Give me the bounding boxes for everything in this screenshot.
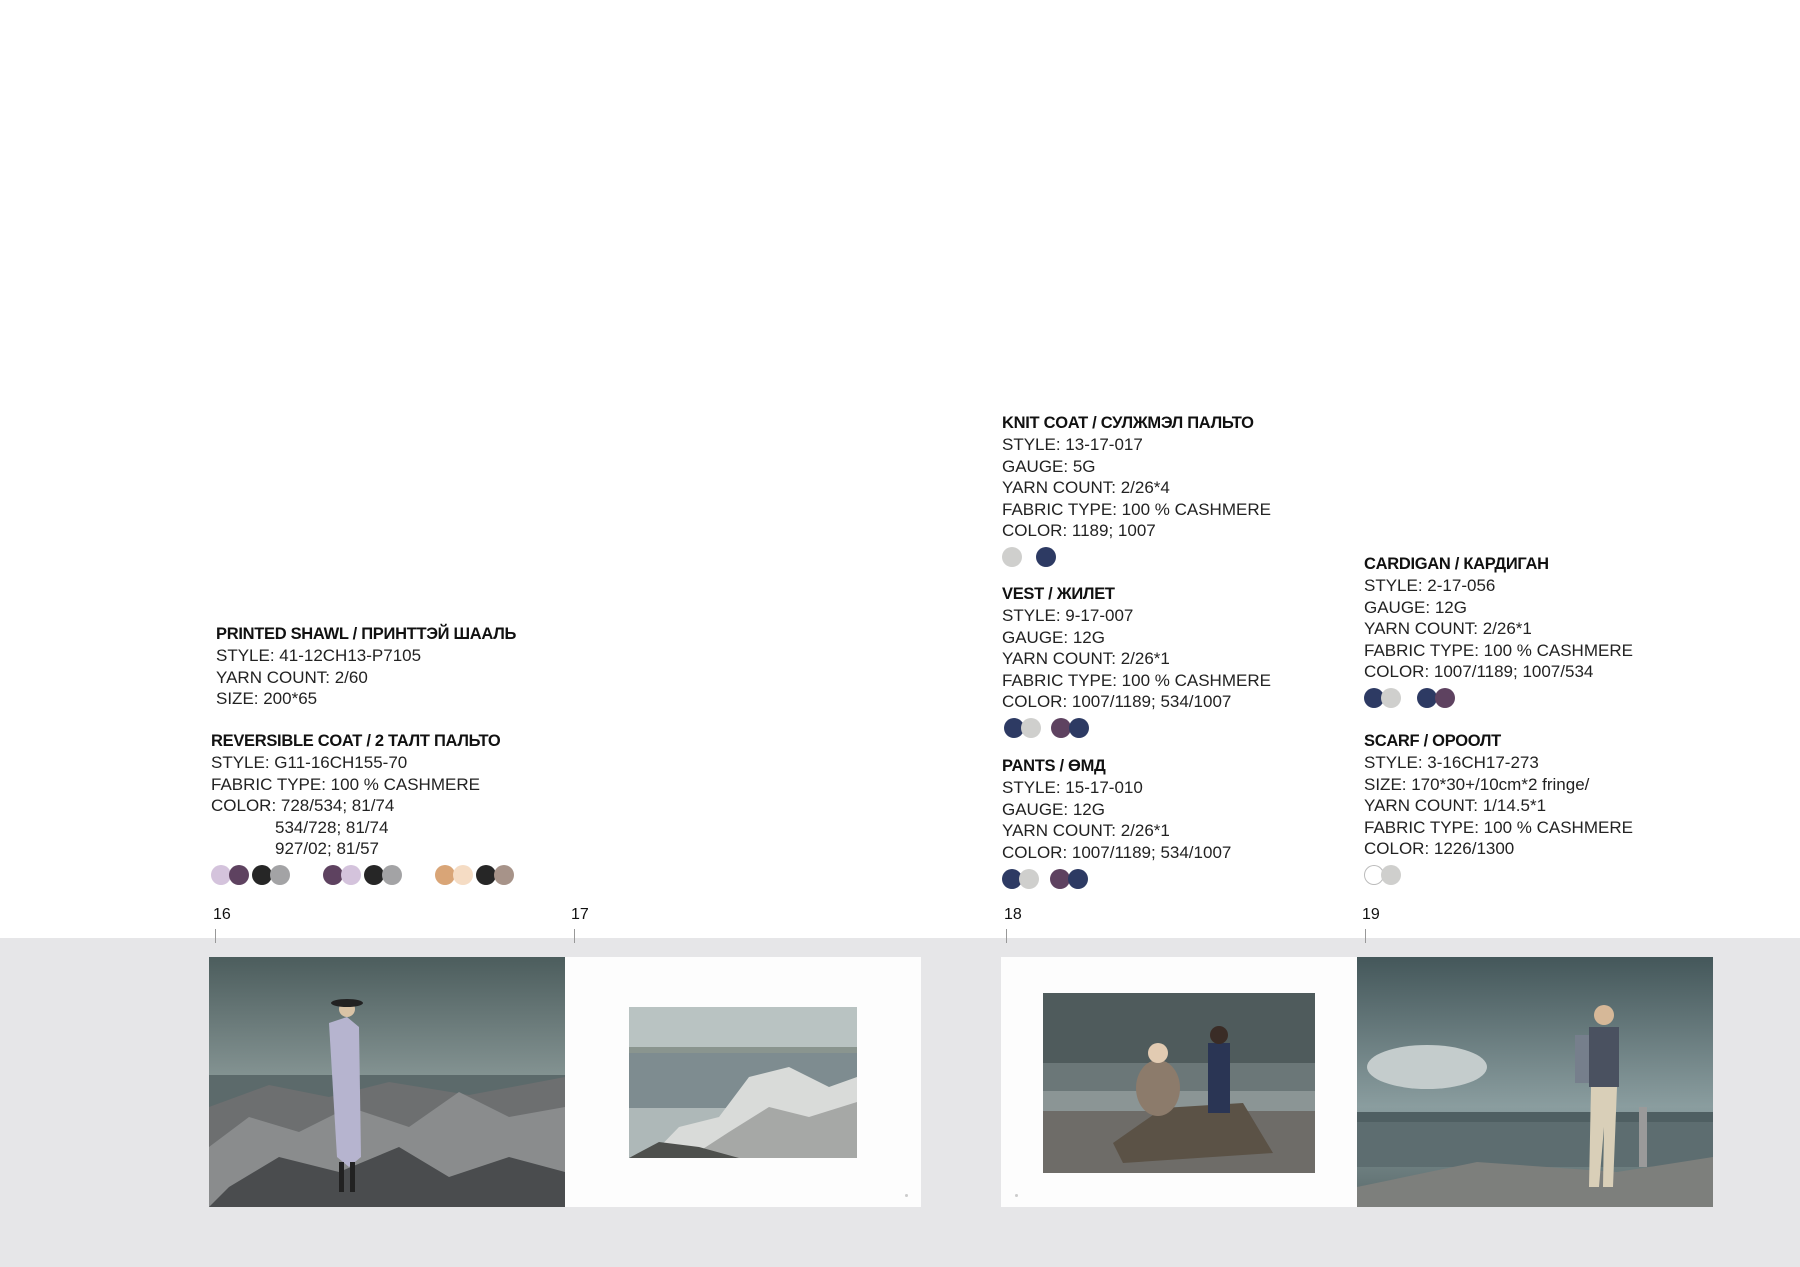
cardigan-spec: CARDIGAN / КАРДИГАН STYLE: 2-17-056 GAUG… <box>1364 554 1633 710</box>
reversible-coat-spec: REVERSIBLE COAT / 2 ТАЛТ ПАЛЬТО STYLE: G… <box>211 731 514 887</box>
spec-line: SIZE: 200*65 <box>216 689 318 709</box>
product-title: PANTS / ӨМД <box>1002 757 1106 775</box>
spec-line: 927/02; 81/57 <box>275 839 379 859</box>
spec-line: STYLE: 15-17-010 <box>1002 778 1143 798</box>
spec-line: YARN COUNT: 1/14.5*1 <box>1364 796 1547 816</box>
spec-line: COLOR: 1007/1189; 534/1007 <box>1002 842 1232 862</box>
color-swatches <box>1364 865 1633 887</box>
color-swatches <box>1364 688 1633 710</box>
product-title: KNIT COAT / СУЛЖМЭЛ ПАЛЬТО <box>1002 414 1254 432</box>
color-swatch <box>252 865 272 886</box>
scarf-spec: SCARF / ОРООЛТ STYLE: 3-16CH17-273 SIZE:… <box>1364 731 1633 887</box>
spec-line: GAUGE: 12G <box>1002 627 1105 647</box>
color-swatch <box>382 865 402 886</box>
page-number: 16 <box>213 906 231 923</box>
spec-line: YARN COUNT: 2/26*1 <box>1002 821 1170 841</box>
photo-illustration <box>629 1007 857 1158</box>
color-swatch <box>364 865 384 886</box>
page-17 <box>565 957 921 1207</box>
photo-illustration <box>209 957 565 1207</box>
product-title: PRINTED SHAWL / ПРИНТТЭЙ ШААЛЬ <box>216 625 517 643</box>
spec-line: YARN COUNT: 2/60 <box>216 667 368 687</box>
color-swatch <box>435 865 455 886</box>
color-swatches <box>1002 718 1271 740</box>
page-mark <box>1015 1194 1018 1197</box>
product-title: SCARF / ОРООЛТ <box>1364 732 1501 750</box>
color-swatch <box>229 865 249 886</box>
color-swatches <box>1002 547 1271 569</box>
spec-line: GAUGE: 12G <box>1002 799 1105 819</box>
photo-man-beach <box>1357 957 1713 1207</box>
color-swatch <box>1068 869 1088 890</box>
spec-line: FABRIC TYPE: 100 % CASHMERE <box>1364 640 1633 660</box>
page-tick <box>1006 929 1007 943</box>
color-swatch <box>341 865 361 886</box>
color-swatch <box>1435 688 1455 709</box>
product-title: REVERSIBLE COAT / 2 ТАЛТ ПАЛЬТО <box>211 732 501 750</box>
color-swatch <box>1381 688 1401 709</box>
spec-line: STYLE: 41-12CH13-P7105 <box>216 646 422 666</box>
spec-line: STYLE: 9-17-007 <box>1002 606 1134 626</box>
color-swatch <box>1051 718 1071 739</box>
spec-line: FABRIC TYPE: 100 % CASHMERE <box>211 774 480 794</box>
spec-line: FABRIC TYPE: 100 % CASHMERE <box>1364 817 1633 837</box>
spec-line: GAUGE: 5G <box>1002 456 1096 476</box>
spec-line: COLOR: 1007/1189; 1007/534 <box>1364 662 1594 682</box>
page-18 <box>1001 957 1357 1207</box>
color-swatch <box>1021 718 1041 739</box>
product-title: CARDIGAN / КАРДИГАН <box>1364 555 1549 573</box>
spec-line: COLOR: 1226/1300 <box>1364 839 1515 859</box>
spec-line: YARN COUNT: 2/26*1 <box>1002 649 1170 669</box>
pants-spec: PANTS / ӨМД STYLE: 15-17-010 GAUGE: 12G … <box>1002 756 1231 891</box>
spec-line: COLOR: 1007/1189; 534/1007 <box>1002 692 1232 712</box>
spec-line: SIZE: 170*30+/10cm*2 fringe/ <box>1364 774 1590 794</box>
spec-line: FABRIC TYPE: 100 % CASHMERE <box>1002 670 1271 690</box>
spec-line: GAUGE: 12G <box>1364 597 1467 617</box>
spec-line: YARN COUNT: 2/26*1 <box>1364 619 1532 639</box>
color-swatch <box>1417 688 1437 709</box>
color-swatch <box>211 865 231 886</box>
printed-shawl-spec: PRINTED SHAWL / ПРИНТТЭЙ ШААЛЬ STYLE: 41… <box>216 624 516 710</box>
photo-two-women-sled <box>1043 993 1315 1173</box>
color-swatch <box>1002 547 1022 568</box>
page-tick <box>1365 929 1366 943</box>
photo-woman-coat <box>209 957 565 1207</box>
spec-line: STYLE: 2-17-056 <box>1364 576 1496 596</box>
page-mark <box>905 1194 908 1197</box>
spec-line: COLOR: 1189; 1007 <box>1002 521 1156 541</box>
knit-coat-spec: KNIT COAT / СУЛЖМЭЛ ПАЛЬТО STYLE: 13-17-… <box>1002 413 1271 569</box>
color-swatches <box>1002 869 1231 891</box>
product-title: VEST / ЖИЛЕТ <box>1002 585 1115 603</box>
color-swatch <box>270 865 290 886</box>
page-tick <box>574 929 575 943</box>
spec-line: YARN COUNT: 2/26*4 <box>1002 478 1170 498</box>
color-swatch <box>1069 718 1089 739</box>
page-number: 18 <box>1004 906 1022 923</box>
photo-seagulls-rocks <box>629 1007 857 1158</box>
color-swatch <box>494 865 514 886</box>
color-swatch <box>1019 869 1039 890</box>
spec-line: STYLE: 3-16CH17-273 <box>1364 753 1539 773</box>
color-swatches <box>211 865 514 887</box>
photo-illustration <box>1357 957 1713 1207</box>
photo-illustration <box>1043 993 1315 1173</box>
color-swatch <box>1036 547 1056 568</box>
vest-spec: VEST / ЖИЛЕТ STYLE: 9-17-007 GAUGE: 12G … <box>1002 584 1271 740</box>
color-swatch <box>1050 869 1070 890</box>
page-number: 17 <box>571 906 589 923</box>
page-tick <box>215 929 216 943</box>
color-swatch <box>1381 865 1401 886</box>
spec-line: STYLE: G11-16CH155-70 <box>211 753 408 773</box>
color-swatch <box>453 865 473 886</box>
color-swatch <box>323 865 343 886</box>
color-swatch <box>476 865 496 886</box>
spec-line: FABRIC TYPE: 100 % CASHMERE <box>1002 499 1271 519</box>
spec-line: 534/728; 81/74 <box>275 817 389 837</box>
page-number: 19 <box>1362 906 1380 923</box>
spec-line: COLOR: 728/534; 81/74 <box>211 796 395 816</box>
spec-line: STYLE: 13-17-017 <box>1002 435 1143 455</box>
